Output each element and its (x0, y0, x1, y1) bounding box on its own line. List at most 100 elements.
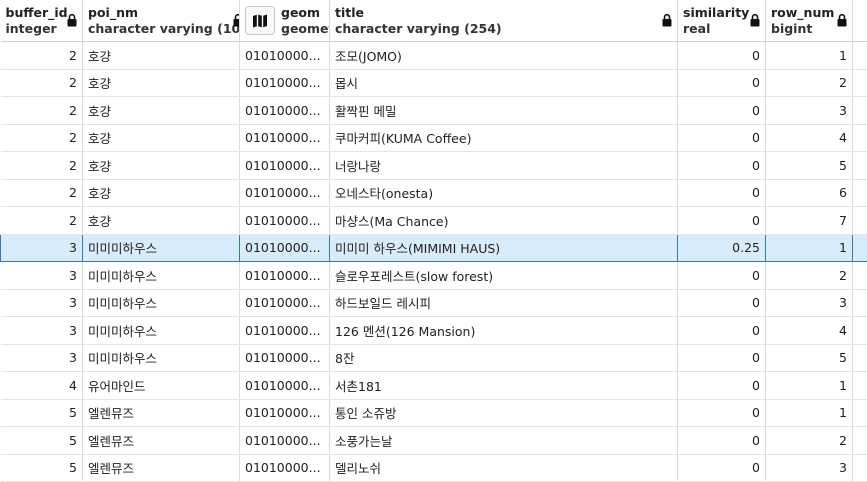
cell-row-num[interactable]: 1 (765, 371, 853, 400)
cell-poi-nm[interactable]: 호걍 (82, 179, 240, 207)
cell-row-num[interactable]: 6 (765, 179, 853, 207)
cell-similarity[interactable]: 0 (677, 454, 766, 482)
table-row[interactable]: 2 호걍 01010000... 마샹스(Ma Chance) 0 7 (0, 206, 867, 235)
table-row[interactable]: 3 미미미하우스 01010000... 126 멘션(126 Mansion) 0 4 (0, 316, 867, 345)
cell-similarity[interactable]: 0 (677, 179, 766, 207)
cell-buffer-id[interactable]: 2 (0, 41, 83, 70)
cell-title[interactable]: 미미미 하우스(MIMIMI HAUS) (329, 233, 678, 262)
table-row[interactable]: 2 호걍 01010000... 활짝핀 메밀 0 3 (0, 96, 867, 125)
cell-buffer-id[interactable]: 3 (0, 233, 83, 262)
cell-geom[interactable]: 01010000... (239, 69, 330, 97)
cell-poi-nm[interactable]: 호걍 (82, 96, 240, 125)
cell-buffer-id[interactable]: 5 (0, 454, 83, 482)
cell-row-num[interactable]: 2 (765, 261, 853, 290)
cell-poi-nm[interactable]: 호걍 (82, 41, 240, 70)
cell-similarity[interactable]: 0 (677, 261, 766, 290)
table-row[interactable]: 5 엘렌뮤즈 01010000... 델리노쉬 0 3 (0, 454, 867, 482)
cell-buffer-id[interactable]: 3 (0, 316, 83, 345)
cell-geom[interactable]: 01010000... (239, 151, 330, 180)
table-row[interactable]: 3 미미미하우스 01010000... 하드보일드 레시피 0 3 (0, 289, 867, 317)
cell-row-num[interactable]: 7 (765, 206, 853, 235)
cell-similarity[interactable]: 0 (677, 151, 766, 180)
cell-row-num[interactable]: 1 (765, 41, 853, 70)
cell-title[interactable]: 활짝핀 메밀 (329, 96, 678, 125)
cell-similarity[interactable]: 0 (677, 399, 766, 427)
column-header-row-num[interactable]: row_num bigint (765, 0, 853, 42)
cell-similarity[interactable]: 0 (677, 206, 766, 235)
cell-poi-nm[interactable]: 미미미하우스 (82, 233, 240, 262)
cell-poi-nm[interactable]: 호걍 (82, 124, 240, 152)
cell-geom[interactable]: 01010000... (239, 179, 330, 207)
cell-row-num[interactable]: 3 (765, 289, 853, 317)
cell-similarity[interactable]: 0 (677, 316, 766, 345)
cell-geom[interactable]: 01010000... (239, 261, 330, 290)
cell-geom[interactable]: 01010000... (239, 233, 330, 262)
cell-buffer-id[interactable]: 4 (0, 371, 83, 400)
map-view-button[interactable] (245, 6, 275, 35)
cell-buffer-id[interactable]: 3 (0, 261, 83, 290)
cell-geom[interactable]: 01010000... (239, 344, 330, 372)
cell-title[interactable]: 너랑나랑 (329, 151, 678, 180)
cell-title[interactable]: 하드보일드 레시피 (329, 289, 678, 317)
cell-poi-nm[interactable]: 호걍 (82, 151, 240, 180)
cell-title[interactable]: 몹시 (329, 69, 678, 97)
cell-similarity[interactable]: 0 (677, 371, 766, 400)
cell-buffer-id[interactable]: 2 (0, 151, 83, 180)
cell-similarity[interactable]: 0 (677, 289, 766, 317)
table-row[interactable]: 2 호걍 01010000... 쿠마커피(KUMA Coffee) 0 4 (0, 124, 867, 152)
cell-geom[interactable]: 01010000... (239, 316, 330, 345)
cell-row-num[interactable]: 5 (765, 344, 853, 372)
cell-geom[interactable]: 01010000... (239, 454, 330, 482)
cell-geom[interactable]: 01010000... (239, 399, 330, 427)
cell-title[interactable]: 마샹스(Ma Chance) (329, 206, 678, 235)
cell-similarity[interactable]: 0 (677, 96, 766, 125)
cell-geom[interactable]: 01010000... (239, 371, 330, 400)
cell-row-num[interactable]: 5 (765, 151, 853, 180)
cell-title[interactable]: 델리노쉬 (329, 454, 678, 482)
cell-buffer-id[interactable]: 2 (0, 206, 83, 235)
table-row[interactable]: 2 호걍 01010000... 조모(JOMO) 0 1 (0, 41, 867, 70)
cell-poi-nm[interactable]: 엘렌뮤즈 (82, 454, 240, 482)
cell-geom[interactable]: 01010000... (239, 96, 330, 125)
table-row[interactable]: 2 호걍 01010000... 너랑나랑 0 5 (0, 151, 867, 180)
table-row[interactable]: 3 미미미하우스 01010000... 미미미 하우스(MIMIMI HAUS) 0.… (0, 233, 867, 262)
cell-title[interactable]: 서촌181 (329, 371, 678, 400)
cell-title[interactable]: 쿠마커피(KUMA Coffee) (329, 124, 678, 152)
cell-buffer-id[interactable]: 2 (0, 179, 83, 207)
cell-row-num[interactable]: 4 (765, 316, 853, 345)
table-row[interactable]: 2 호걍 01010000... 몹시 0 2 (0, 69, 867, 97)
cell-buffer-id[interactable]: 5 (0, 399, 83, 427)
cell-poi-nm[interactable]: 엘렌뮤즈 (82, 426, 240, 455)
cell-buffer-id[interactable]: 2 (0, 124, 83, 152)
cell-title[interactable]: 통인 소쥬방 (329, 399, 678, 427)
table-row[interactable]: 5 엘렌뮤즈 01010000... 통인 소쥬방 0 1 (0, 399, 867, 427)
cell-row-num[interactable]: 2 (765, 426, 853, 455)
cell-title[interactable]: 오네스타(onesta) (329, 179, 678, 207)
table-row[interactable]: 2 호걍 01010000... 오네스타(onesta) 0 6 (0, 179, 867, 207)
cell-title[interactable]: 126 멘션(126 Mansion) (329, 316, 678, 345)
cell-row-num[interactable]: 1 (765, 399, 853, 427)
cell-geom[interactable]: 01010000... (239, 41, 330, 70)
cell-poi-nm[interactable]: 미미미하우스 (82, 289, 240, 317)
cell-poi-nm[interactable]: 엘렌뮤즈 (82, 399, 240, 427)
cell-row-num[interactable]: 1 (765, 233, 853, 262)
column-header-poi-nm[interactable]: poi_nm character varying (100) (82, 0, 240, 42)
cell-similarity[interactable]: 0 (677, 124, 766, 152)
table-row[interactable]: 3 미미미하우스 01010000... 8잔 0 5 (0, 344, 867, 372)
cell-geom[interactable]: 01010000... (239, 289, 330, 317)
cell-similarity[interactable]: 0 (677, 69, 766, 97)
column-header-title[interactable]: title character varying (254) (329, 0, 678, 42)
column-header-buffer-id[interactable]: buffer_id integer (0, 0, 83, 42)
cell-row-num[interactable]: 2 (765, 69, 853, 97)
cell-poi-nm[interactable]: 미미미하우스 (82, 316, 240, 345)
cell-geom[interactable]: 01010000... (239, 426, 330, 455)
cell-buffer-id[interactable]: 3 (0, 289, 83, 317)
cell-buffer-id[interactable]: 3 (0, 344, 83, 372)
column-header-similarity[interactable]: similarity real (677, 0, 766, 42)
cell-similarity[interactable]: 0 (677, 41, 766, 70)
cell-poi-nm[interactable]: 미미미하우스 (82, 261, 240, 290)
cell-row-num[interactable]: 3 (765, 454, 853, 482)
cell-geom[interactable]: 01010000... (239, 124, 330, 152)
cell-title[interactable]: 슬로우포레스트(slow forest) (329, 261, 678, 290)
table-row[interactable]: 4 유어마인드 01010000... 서촌181 0 1 (0, 371, 867, 400)
